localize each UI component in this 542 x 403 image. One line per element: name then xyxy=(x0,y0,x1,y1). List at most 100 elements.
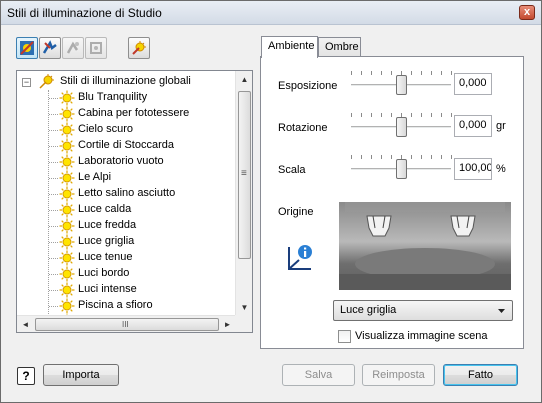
title-bar[interactable]: Stili di illuminazione di Studio x xyxy=(1,1,541,25)
tree-guide-branch xyxy=(49,98,58,99)
origin-label: Origine xyxy=(278,206,314,218)
thumb-grip: III xyxy=(122,320,129,329)
lighting-styles-tree[interactable]: − Stili di illuminazione globali Blu Tra… xyxy=(16,70,253,333)
scale-unit: % xyxy=(496,163,506,175)
lighting-style-sun-icon xyxy=(59,170,75,186)
slider-tick xyxy=(451,71,452,75)
slider-tick xyxy=(391,71,392,75)
lighting-style-sun-icon xyxy=(59,122,75,138)
done-button[interactable]: Fatto xyxy=(443,364,518,386)
environment-select-value: Luce griglia xyxy=(340,304,397,316)
exposure-label: Esposizione xyxy=(278,80,338,92)
slider-tick xyxy=(371,155,372,159)
slider-tick xyxy=(391,155,392,159)
window-title: Stili di illuminazione di Studio xyxy=(7,6,162,20)
rotation-unit: gr xyxy=(496,120,506,132)
slider-tick xyxy=(441,155,442,159)
lighting-style-sun-icon xyxy=(59,106,75,122)
tree-guide-branch xyxy=(49,178,58,179)
scroll-left-arrow[interactable]: ◄ xyxy=(17,316,34,333)
scale-label: Scala xyxy=(278,164,306,176)
scroll-right-arrow[interactable]: ► xyxy=(219,316,236,333)
lighting-style-sun-icon xyxy=(59,250,75,266)
import-button[interactable]: Importa xyxy=(43,364,119,386)
slider-tick xyxy=(391,113,392,117)
tree-item-label: Luce fredda xyxy=(78,219,137,231)
horizontal-scroll-thumb[interactable]: III xyxy=(35,318,219,331)
lighting-style-icon xyxy=(20,41,34,55)
slider-tick xyxy=(431,71,432,75)
tree-item-label: Piscina a sfioro xyxy=(78,299,153,311)
lighting-style-sun-icon xyxy=(59,218,75,234)
lighting-style-sun-icon xyxy=(59,266,75,282)
copy-style-button[interactable] xyxy=(62,37,84,59)
tab-ombre[interactable]: Ombre xyxy=(318,37,361,57)
reset-button[interactable]: Reimposta xyxy=(362,364,435,386)
slider-tick xyxy=(421,71,422,75)
vertical-scroll-thumb[interactable]: ≡ xyxy=(238,91,251,259)
scene-preview-image xyxy=(339,202,511,290)
dialog-window: Stili di illuminazione di Studio x − Sti… xyxy=(0,0,542,403)
collapse-toggle[interactable]: − xyxy=(22,78,31,87)
tree-horizontal-scrollbar[interactable]: ◄ III ► xyxy=(17,315,236,332)
scroll-corner xyxy=(235,315,252,332)
scale-slider-thumb[interactable] xyxy=(396,159,407,179)
slider-tick xyxy=(371,113,372,117)
slider-tick xyxy=(381,71,382,75)
tree-item-label: Cielo scuro xyxy=(78,123,134,135)
new-style-icon xyxy=(42,40,57,54)
scroll-down-arrow[interactable]: ▼ xyxy=(236,299,253,316)
slider-tick xyxy=(451,155,452,159)
slider-tick xyxy=(431,113,432,117)
slider-tick xyxy=(361,71,362,75)
exposure-slider-thumb[interactable] xyxy=(396,75,407,95)
tree-guide-branch xyxy=(49,242,58,243)
lighting-style-sun-icon xyxy=(59,90,75,106)
slider-tick xyxy=(441,71,442,75)
show-scene-image-label[interactable]: Visualizza immagine scena xyxy=(355,330,487,342)
tree-guide-line xyxy=(48,90,49,316)
active-style-icon xyxy=(132,41,146,55)
tree-item-label: Luce tenue xyxy=(78,251,133,263)
tree-guide-branch xyxy=(49,114,58,115)
slider-tick xyxy=(381,155,382,159)
slider-tick xyxy=(361,113,362,117)
tree-guide-branch xyxy=(49,226,58,227)
save-button[interactable]: Salva xyxy=(282,364,355,386)
rotation-field[interactable]: 0,000 xyxy=(454,115,492,137)
slider-tick xyxy=(381,113,382,117)
tree-guide-branch xyxy=(49,274,58,275)
tree-guide-branch xyxy=(49,194,58,195)
tree-guide-branch xyxy=(49,130,58,131)
tree-guide-branch xyxy=(49,258,58,259)
slider-tick xyxy=(421,113,422,117)
active-style-button[interactable] xyxy=(128,37,150,59)
environment-select[interactable]: Luce griglia xyxy=(333,300,513,321)
tab-ambiente[interactable]: Ambiente xyxy=(261,36,318,58)
tree-item-label: Luci bordo xyxy=(78,267,130,279)
tree-item-label: Cortile di Stoccarda xyxy=(78,139,174,151)
close-button[interactable]: x xyxy=(519,5,535,20)
new-style-button[interactable] xyxy=(39,37,61,59)
lighting-style-sun-icon xyxy=(59,138,75,154)
tree-vertical-scrollbar[interactable]: ▲ ≡ ▼ xyxy=(235,71,252,316)
scale-field[interactable]: 100,00 xyxy=(454,158,492,180)
help-button[interactable]: ? xyxy=(17,367,35,385)
show-scene-image-checkbox[interactable] xyxy=(338,330,351,343)
lighting-style-sun-icon xyxy=(59,186,75,202)
exposure-field[interactable]: 0,000 xyxy=(454,73,492,95)
lighting-style-sun-icon xyxy=(59,298,75,314)
scroll-up-arrow[interactable]: ▲ xyxy=(236,71,253,88)
tree-guide-branch xyxy=(49,290,58,291)
tree-item-label: Laboratorio vuoto xyxy=(78,155,164,167)
tree-guide-branch xyxy=(49,210,58,211)
axis-info-icon[interactable] xyxy=(285,243,315,273)
rotation-label: Rotazione xyxy=(278,122,328,134)
rotation-slider-thumb[interactable] xyxy=(396,117,407,137)
ambiente-panel: Esposizione 0,000 Rotazione 0,000 gr Sca… xyxy=(260,56,524,349)
global-lighting-icon xyxy=(39,74,54,89)
slider-tick xyxy=(361,155,362,159)
settings-button[interactable] xyxy=(85,37,107,59)
lighting-style-button[interactable] xyxy=(16,37,38,59)
tree-item-label: Letto salino asciutto xyxy=(78,187,176,199)
